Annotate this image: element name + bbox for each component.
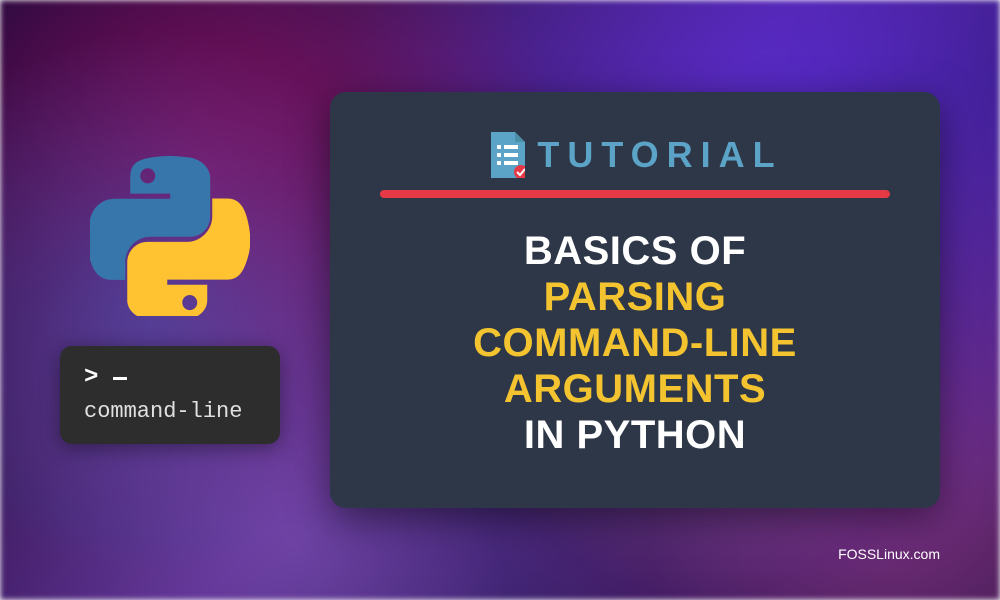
terminal-cursor <box>113 377 127 380</box>
title-line-4: ARGUMENTS <box>380 366 890 412</box>
title-line-2: PARSING <box>380 274 890 320</box>
title-line-5: IN PYTHON <box>380 412 890 458</box>
terminal-command-text: command-line <box>84 399 256 424</box>
document-checklist-icon <box>487 132 525 178</box>
site-watermark: FOSSLinux.com <box>838 546 940 562</box>
prompt-symbol: > <box>84 364 98 391</box>
tutorial-card: TUTORIAL BASICS OF PARSING COMMAND-LINE … <box>330 92 940 508</box>
left-column: > command-line <box>60 156 280 444</box>
tutorial-label: TUTORIAL <box>537 134 782 176</box>
terminal-prompt-line: > <box>84 364 256 391</box>
python-logo-icon <box>90 156 250 316</box>
title-line-3: COMMAND-LINE <box>380 320 890 366</box>
tutorial-header-row: TUTORIAL <box>380 132 890 178</box>
tutorial-title: BASICS OF PARSING COMMAND-LINE ARGUMENTS… <box>380 228 890 458</box>
terminal-mockup: > command-line <box>60 346 280 444</box>
divider-line <box>380 190 890 198</box>
title-line-1: BASICS OF <box>380 228 890 274</box>
main-content: > command-line <box>0 0 1000 600</box>
